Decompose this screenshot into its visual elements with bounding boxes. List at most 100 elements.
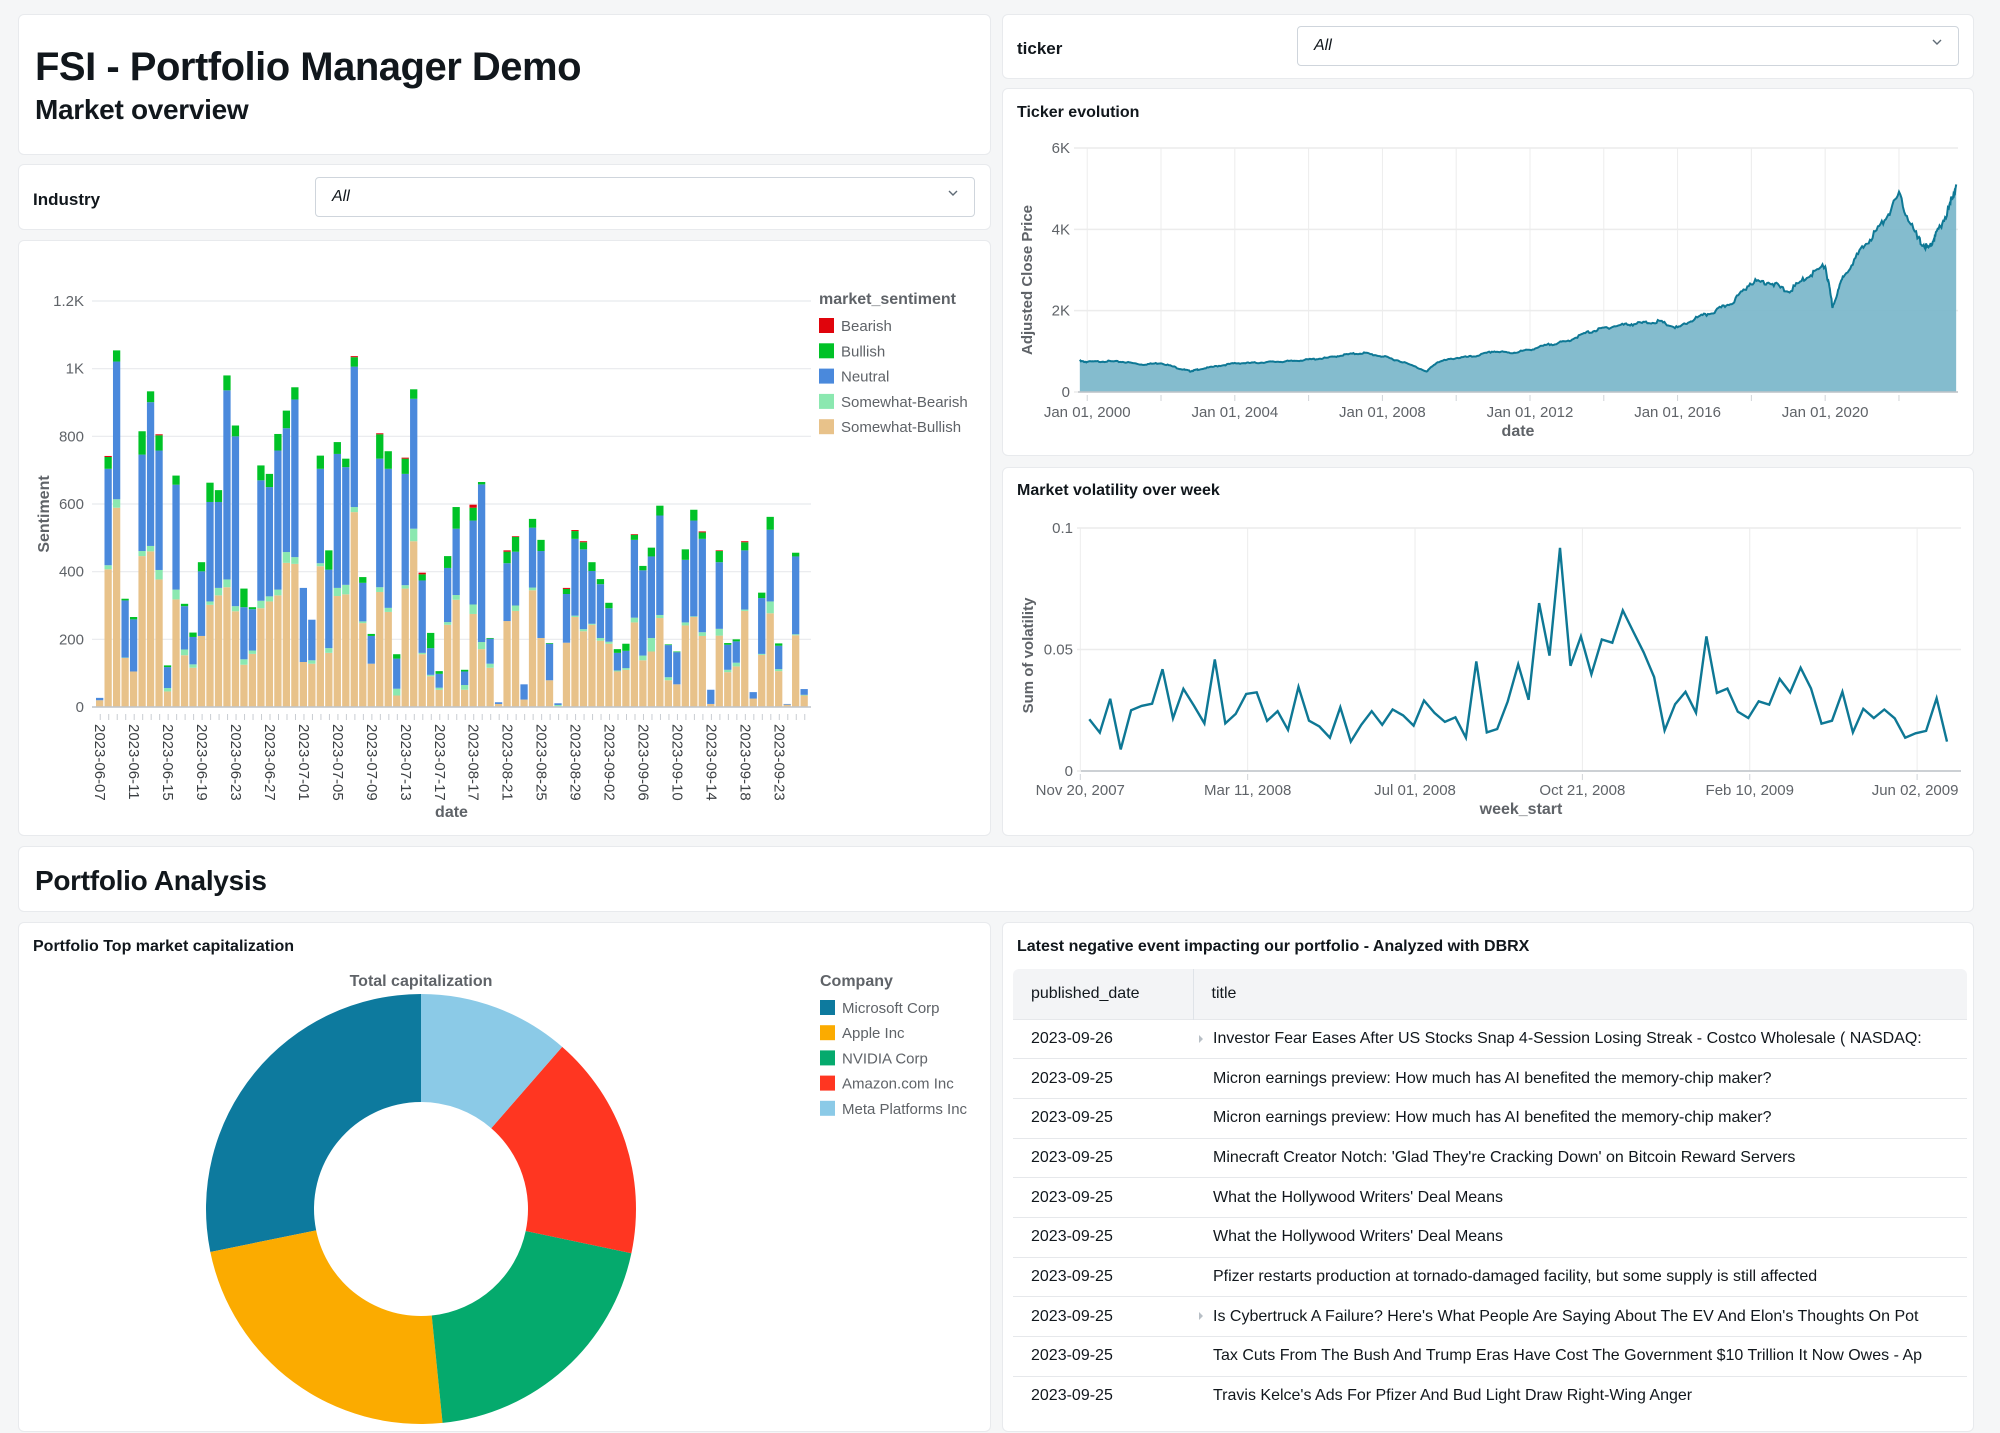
volatility-point[interactable] — [1744, 714, 1752, 722]
volatility-point[interactable] — [1347, 738, 1355, 746]
bar-segment-somewhat-bullish[interactable] — [631, 622, 638, 707]
volatility-point[interactable] — [1587, 670, 1595, 678]
donut-slice-apple-inc[interactable] — [210, 1230, 442, 1424]
table-row[interactable]: 2023-09-25Is Cybertruck A Failure? Here'… — [1013, 1297, 1967, 1337]
bar-segment-somewhat-bearish[interactable] — [469, 604, 476, 613]
bar-segment-somewhat-bearish[interactable] — [775, 669, 782, 671]
bar-segment-somewhat-bearish[interactable] — [571, 616, 578, 617]
bar-segment-neutral[interactable] — [503, 563, 510, 621]
bar-segment-somewhat-bullish[interactable] — [546, 680, 553, 707]
volatility-point[interactable] — [1148, 700, 1156, 708]
volatility-point[interactable] — [1504, 698, 1512, 706]
bar-segment-somewhat-bullish[interactable] — [393, 695, 400, 707]
bar-segment-neutral[interactable] — [495, 702, 502, 704]
bar-segment-somewhat-bullish[interactable] — [750, 699, 757, 707]
table-row[interactable]: 2023-09-25Micron earnings preview: How m… — [1013, 1098, 1967, 1138]
title-cell[interactable]: Minecraft Creator Notch: 'Glad They're C… — [1193, 1138, 1967, 1178]
bar-segment-neutral[interactable] — [520, 684, 527, 699]
bar-segment-somewhat-bullish[interactable] — [580, 631, 587, 707]
bar-segment-neutral[interactable] — [682, 560, 689, 623]
legend-swatch-somewhat-bullish[interactable] — [819, 419, 834, 434]
volatility-point[interactable] — [1650, 673, 1658, 681]
bar-segment-bullish[interactable] — [614, 649, 621, 653]
bar-segment-somewhat-bullish[interactable] — [512, 611, 519, 707]
bar-segment-bullish[interactable] — [385, 451, 392, 469]
bar-segment-neutral[interactable] — [639, 570, 646, 655]
volatility-point[interactable] — [1483, 728, 1491, 736]
volatility-point[interactable] — [1692, 709, 1700, 717]
bar-segment-somewhat-bearish[interactable] — [614, 670, 621, 671]
volatility-point[interactable] — [1608, 639, 1616, 647]
bar-segment-somewhat-bearish[interactable] — [665, 677, 672, 680]
bar-segment-somewhat-bullish[interactable] — [172, 599, 179, 707]
bar-segment-somewhat-bearish[interactable] — [453, 595, 460, 600]
bar-segment-neutral[interactable] — [164, 667, 171, 688]
volatility-point[interactable] — [1755, 697, 1763, 705]
bar-segment-somewhat-bullish[interactable] — [792, 635, 799, 707]
bar-segment-somewhat-bullish[interactable] — [699, 636, 706, 707]
bar-segment-somewhat-bullish[interactable] — [682, 625, 689, 707]
bar-segment-somewhat-bullish[interactable] — [588, 625, 595, 707]
bar-segment-somewhat-bearish[interactable] — [385, 608, 392, 612]
volatility-point[interactable] — [1922, 727, 1930, 735]
legend-swatch[interactable] — [820, 1101, 835, 1116]
volatility-point[interactable] — [1190, 702, 1198, 710]
bar-segment-bullish[interactable] — [631, 535, 638, 540]
volatility-point[interactable] — [1169, 714, 1177, 722]
volatility-line[interactable] — [1089, 548, 1947, 750]
volatility-point[interactable] — [1723, 685, 1731, 693]
bar-segment-somewhat-bearish[interactable] — [240, 659, 247, 664]
bar-segment-somewhat-bearish[interactable] — [427, 675, 434, 676]
bar-segment-neutral[interactable] — [427, 648, 434, 675]
bar-segment-somewhat-bearish[interactable] — [631, 618, 638, 623]
table-row[interactable]: 2023-09-25What the Hollywood Writers' De… — [1013, 1217, 1967, 1257]
bar-segment-bullish[interactable] — [597, 579, 604, 584]
volatility-point[interactable] — [1493, 725, 1501, 733]
bar-segment-somewhat-bullish[interactable] — [767, 613, 774, 707]
title-cell[interactable]: Is Cybertruck A Failure? Here's What Peo… — [1193, 1297, 1967, 1337]
bar-segment-somewhat-bullish[interactable] — [520, 700, 527, 707]
volatility-point[interactable] — [1263, 717, 1271, 725]
bar-segment-somewhat-bullish[interactable] — [232, 611, 239, 707]
bar-segment-neutral[interactable] — [266, 487, 273, 596]
bar-segment-bullish[interactable] — [665, 644, 672, 645]
bar-segment-bullish[interactable] — [266, 474, 273, 487]
volatility-point[interactable] — [1849, 728, 1857, 736]
bar-segment-bullish[interactable] — [741, 542, 748, 550]
volatility-point[interactable] — [1661, 726, 1669, 734]
bar-segment-somewhat-bullish[interactable] — [274, 595, 281, 707]
bar-segment-somewhat-bearish[interactable] — [164, 688, 171, 691]
bar-segment-somewhat-bullish[interactable] — [402, 589, 409, 707]
volatility-point[interactable] — [1828, 717, 1836, 725]
volatility-point[interactable] — [1797, 664, 1805, 672]
volatility-point[interactable] — [1138, 702, 1146, 710]
bar-segment-bullish[interactable] — [419, 574, 426, 580]
bar-segment-bullish[interactable] — [138, 431, 145, 454]
volatility-point[interactable] — [1295, 683, 1303, 691]
bar-segment-neutral[interactable] — [206, 502, 213, 601]
expand-caret-icon[interactable] — [1199, 1312, 1203, 1320]
bar-segment-somewhat-bullish[interactable] — [164, 691, 171, 707]
bar-segment-neutral[interactable] — [461, 671, 468, 685]
title-cell[interactable]: Pfizer restarts production at tornado-da… — [1193, 1257, 1967, 1297]
volatility-point[interactable] — [1179, 685, 1187, 693]
volatility-point[interactable] — [1420, 697, 1428, 705]
volatility-point[interactable] — [1933, 694, 1941, 702]
bar-segment-somewhat-bullish[interactable] — [436, 690, 443, 707]
bar-segment-somewhat-bearish[interactable] — [283, 552, 290, 563]
bar-segment-somewhat-bullish[interactable] — [503, 621, 510, 707]
bar-segment-somewhat-bullish[interactable] — [300, 662, 307, 707]
bar-segment-bullish[interactable] — [639, 566, 646, 570]
bar-segment-bearish[interactable] — [580, 541, 587, 542]
bar-segment-somewhat-bullish[interactable] — [96, 700, 103, 707]
volatility-point[interactable] — [1117, 745, 1125, 753]
volatility-point[interactable] — [1859, 705, 1867, 713]
bar-segment-bearish[interactable] — [741, 541, 748, 542]
bar-segment-bullish[interactable] — [317, 456, 324, 469]
bar-segment-neutral[interactable] — [368, 636, 375, 664]
volatility-point[interactable] — [1441, 718, 1449, 726]
bar-segment-somewhat-bearish[interactable] — [393, 689, 400, 696]
bar-segment-somewhat-bearish[interactable] — [444, 622, 451, 625]
column-header-title[interactable]: title — [1193, 969, 1967, 1019]
bar-segment-somewhat-bullish[interactable] — [351, 512, 358, 707]
